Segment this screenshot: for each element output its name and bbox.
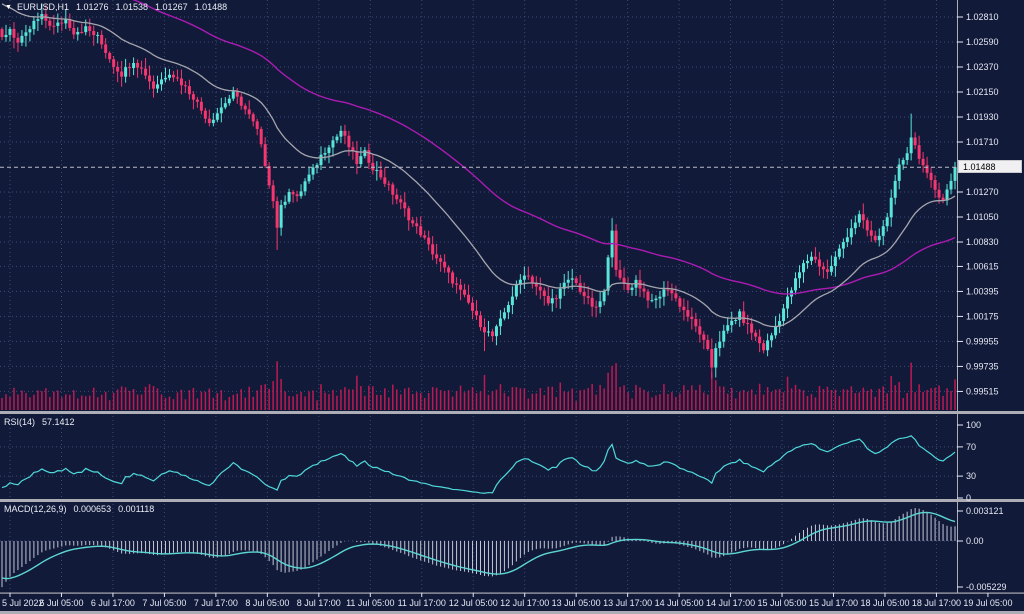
- rsi-pane-label: RSI(14) 57.1412: [4, 417, 75, 428]
- price-axis-label: 1.00175: [966, 311, 999, 321]
- time-axis-label: 6 Jul 17:00: [91, 598, 135, 608]
- ohlc-low-value: 1.01267: [155, 2, 188, 12]
- price-axis-label: 0.99735: [966, 361, 999, 371]
- time-axis-label: 15 Jul 17:00: [809, 598, 858, 608]
- rsi-indicator-value: 57.1412: [42, 417, 75, 427]
- rsi-axis-labels: 100 70 30 0: [957, 420, 981, 503]
- time-axis-labels: 5 Jul 20226 Jul 05:00 6 Jul 17:00 7 Jul 05…: [2, 593, 1012, 608]
- chart-canvas[interactable]: 1.02810 1.02590 1.02370 1.02150 1.01930 1.017…: [0, 0, 1024, 614]
- time-axis-label: 14 Jul 17:00: [706, 598, 755, 608]
- macd-indicator-name: MACD(12,26,9): [4, 504, 67, 514]
- time-axis-label: 6 Jul 05:00: [39, 598, 83, 608]
- volume-histogram: [2, 361, 955, 410]
- macd-axis-label: -0.005229: [966, 582, 1007, 592]
- ma-purple-line: [2, 0, 955, 294]
- macd-axis-label: 0.003121: [966, 506, 1004, 516]
- ohlc-high-value: 1.01538: [116, 2, 149, 12]
- chart-title-bar: ▼ EURUSD,H1 1.01276 1.01538 1.01267 1.01488: [5, 2, 227, 14]
- ohlc-close-value: 1.01488: [195, 2, 228, 12]
- time-axis-label: 11 Jul 17:00: [398, 598, 446, 608]
- candles-layer: [1, 4, 957, 379]
- price-axis-label: 1.01050: [966, 212, 999, 222]
- price-axis-label: 0.99955: [966, 336, 999, 346]
- price-axis-label: 1.02810: [966, 12, 999, 22]
- price-axis-label: 1.02370: [966, 62, 999, 72]
- rsi-axis-label: 30: [966, 471, 976, 481]
- macd-axis-labels: 0.003121 0.00 -0.005229: [957, 506, 1007, 592]
- chevron-down-icon[interactable]: ▼: [5, 2, 12, 13]
- macd-pane-label: MACD(12,26,9) 0.000653 0.001118: [4, 504, 154, 515]
- time-axis-label: 15 Jul 05:00: [758, 598, 807, 608]
- rsi-indicator-name: RSI(14): [4, 417, 35, 427]
- macd-signal-value: 0.001118: [118, 504, 154, 514]
- current-price-badge: 1.01488: [958, 160, 1022, 173]
- macd-histogram: [2, 508, 955, 587]
- macd-signal-line: [2, 512, 955, 578]
- price-axis-label: 1.02590: [966, 37, 999, 47]
- macd-main-value: 0.000653: [74, 504, 112, 514]
- time-axis-label: 12 Jul 05:00: [449, 598, 498, 608]
- time-axis-label: 12 Jul 17:00: [500, 598, 549, 608]
- time-axis-label: 14 Jul 05:00: [655, 598, 704, 608]
- time-axis-label: 11 Jul 05:00: [346, 598, 394, 608]
- price-axis-label: 1.00395: [966, 286, 999, 296]
- price-axis-label: 1.02150: [966, 87, 999, 97]
- price-axis-labels: 1.02810 1.02590 1.02370 1.02150 1.01930 1.017…: [957, 12, 999, 396]
- time-axis-label: 18 Jul 17:00: [912, 598, 961, 608]
- time-axis-label: 13 Jul 17:00: [603, 598, 652, 608]
- time-axis-label: 5 Jul 2022: [2, 598, 44, 608]
- ma-gray-line: [2, 4, 955, 327]
- rsi-axis-label: 0: [966, 493, 971, 503]
- price-axis-label: 1.00615: [966, 261, 999, 271]
- price-axis-label: 1.00830: [966, 237, 999, 247]
- time-axis-label: 13 Jul 05:00: [552, 598, 601, 608]
- rsi-line: [2, 436, 955, 493]
- macd-axis-label: 0.00: [966, 536, 984, 546]
- time-axis-label: 8 Jul 05:00: [245, 598, 289, 608]
- rsi-axis-label: 70: [966, 442, 976, 452]
- rsi-axis-label: 100: [966, 420, 981, 430]
- price-axis-label: 1.01710: [966, 137, 999, 147]
- time-axis-label: 7 Jul 05:00: [142, 598, 186, 608]
- price-axis-label: 1.01930: [966, 112, 999, 122]
- time-axis-label: 19 Jul 05:00: [963, 598, 1012, 608]
- time-axis-label: 8 Jul 17:00: [297, 598, 341, 608]
- time-axis-label: 7 Jul 17:00: [194, 598, 238, 608]
- price-axis-label: 0.99515: [966, 386, 999, 396]
- symbol-period-label: EURUSD,H1: [17, 2, 69, 12]
- time-axis-label: 18 Jul 05:00: [860, 598, 909, 608]
- price-axis-label: 1.01270: [966, 187, 999, 197]
- ohlc-open-value: 1.01276: [76, 2, 109, 12]
- trading-chart-window: 1.02810 1.02590 1.02370 1.02150 1.01930 1.017…: [0, 0, 1024, 614]
